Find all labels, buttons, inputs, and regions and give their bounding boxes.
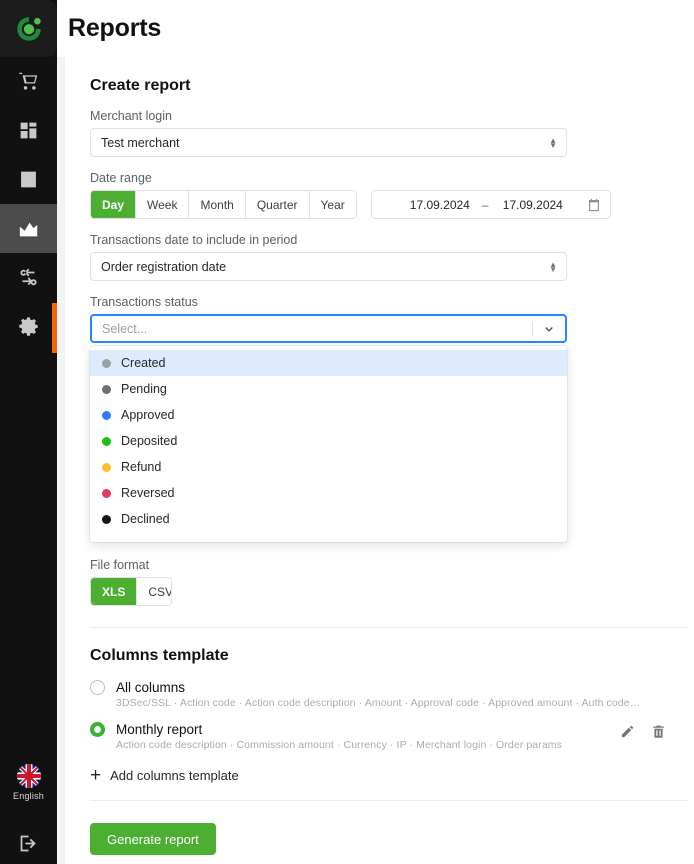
- date-preset-year[interactable]: Year: [309, 191, 356, 218]
- date-range-label: Date range: [90, 171, 152, 185]
- file-format-xls[interactable]: XLS: [91, 578, 138, 605]
- status-option-label: Refund: [121, 460, 162, 474]
- date-range-input[interactable]: 17.09.2024 – 17.09.2024: [370, 190, 611, 219]
- status-option-refund[interactable]: Refund: [90, 454, 567, 480]
- file-format-label: File format: [90, 558, 150, 572]
- logout-button[interactable]: [0, 826, 57, 860]
- status-dot-deposited: [102, 436, 111, 446]
- add-columns-template-label: Add columns template: [110, 768, 239, 783]
- sidebar-item-orders[interactable]: [0, 57, 57, 106]
- chart-icon: [19, 222, 37, 236]
- date-range-row: Day Week Month Quarter Year 17.09.2024 –…: [90, 190, 680, 219]
- create-report-heading: Create report: [90, 77, 191, 94]
- footer-divider: [90, 800, 688, 801]
- date-preset-group: Day Week Month Quarter Year: [90, 190, 357, 219]
- status-option-reversed[interactable]: Reversed: [90, 480, 567, 506]
- calendar-icon[interactable]: [587, 198, 601, 215]
- section-divider: [90, 627, 688, 628]
- transactions-status-menu[interactable]: Created Pending Approved Deposited Refun…: [90, 346, 567, 542]
- content-area: Create report Merchant login Test mercha…: [57, 57, 694, 864]
- status-option-approved[interactable]: Approved: [90, 402, 567, 428]
- columns-template-heading: Columns template: [90, 647, 229, 664]
- status-option-label: Declined: [121, 512, 170, 526]
- transactions-status-select[interactable]: Select...: [90, 314, 567, 343]
- file-format-group: XLS CSV: [90, 577, 172, 606]
- status-dot-pending: [102, 384, 111, 394]
- template-columns: Action code description · Commission amo…: [116, 739, 562, 751]
- transactions-date-value: Order registration date: [101, 259, 227, 274]
- language-label: English: [13, 791, 44, 801]
- transactions-status-label: Transactions status: [90, 295, 198, 309]
- file-format-csv[interactable]: CSV: [137, 578, 171, 605]
- sidebar-item-reports[interactable]: [0, 204, 57, 253]
- status-dot-refund: [102, 462, 111, 472]
- transactions-status-placeholder: Select...: [102, 321, 148, 336]
- stepper-icon: ▲ ▼: [549, 259, 557, 274]
- status-option-declined[interactable]: Declined: [90, 506, 567, 532]
- transactions-date-select[interactable]: Order registration date ▲ ▼: [90, 252, 567, 281]
- template-name: Monthly report: [116, 722, 203, 737]
- transactions-date-label: Transactions date to include in period: [90, 233, 298, 247]
- status-option-label: Deposited: [121, 434, 178, 448]
- stepper-icon: ▲ ▼: [549, 135, 557, 150]
- add-columns-template-button[interactable]: + Add columns template: [90, 765, 680, 786]
- merchant-login-select[interactable]: Test merchant ▲ ▼: [90, 128, 567, 157]
- date-preset-quarter[interactable]: Quarter: [245, 191, 310, 218]
- cart-icon: [19, 72, 38, 90]
- merchant-login-label: Merchant login: [90, 109, 172, 123]
- merchant-login-value: Test merchant: [101, 135, 180, 150]
- sidebar-item-settings[interactable]: [0, 302, 57, 351]
- radio-all-columns[interactable]: [90, 680, 105, 695]
- list-icon: [21, 171, 36, 188]
- plus-icon: +: [90, 765, 102, 786]
- template-columns: 3DSec/SSL · Action code · Action code de…: [116, 697, 641, 709]
- status-option-pending[interactable]: Pending: [90, 376, 567, 402]
- date-preset-day[interactable]: Day: [91, 191, 137, 218]
- sidebar-item-documents[interactable]: [0, 155, 57, 204]
- status-dot-created: [102, 358, 111, 368]
- date-to-value: 17.09.2024: [502, 197, 563, 212]
- columns-template-item-all[interactable]: All columns 3DSec/SSL · Action code · Ac…: [90, 680, 680, 709]
- status-dot-approved: [102, 410, 111, 420]
- template-row-actions: [620, 724, 666, 744]
- date-from-value: 17.09.2024: [409, 197, 470, 212]
- status-option-label: Pending: [121, 382, 167, 396]
- page-header: Reports: [57, 0, 694, 57]
- date-preset-week[interactable]: Week: [136, 191, 190, 218]
- date-separator: –: [481, 197, 489, 212]
- transfer-icon: [20, 268, 37, 286]
- status-option-deposited[interactable]: Deposited: [90, 428, 567, 454]
- date-preset-month[interactable]: Month: [189, 191, 246, 218]
- pencil-icon[interactable]: [620, 724, 635, 744]
- trash-icon[interactable]: [651, 724, 666, 744]
- columns-template-item-monthly[interactable]: Monthly report Action code description ·…: [90, 722, 680, 751]
- create-report-card: Create report Merchant login Test mercha…: [65, 57, 694, 864]
- status-option-created[interactable]: Created: [90, 350, 567, 376]
- sidebar: English: [0, 0, 57, 864]
- language-switcher[interactable]: English: [0, 764, 57, 801]
- sidebar-item-dashboard[interactable]: [0, 106, 57, 155]
- chevron-down-icon[interactable]: [542, 323, 556, 340]
- page-title: Reports: [68, 14, 162, 42]
- status-option-label: Created: [121, 356, 166, 370]
- template-name: All columns: [116, 680, 186, 695]
- status-option-label: Approved: [121, 408, 175, 422]
- status-option-label: Reversed: [121, 486, 175, 500]
- radio-monthly-report[interactable]: [90, 722, 105, 737]
- status-dot-declined: [102, 514, 111, 524]
- select-divider: [532, 322, 533, 337]
- gear-icon: [19, 317, 38, 336]
- logo-icon: [16, 16, 41, 41]
- generate-report-button[interactable]: Generate report: [90, 823, 216, 855]
- logout-icon: [20, 835, 36, 851]
- status-dot-reversed: [102, 488, 111, 498]
- app-logo[interactable]: [0, 0, 57, 57]
- sidebar-item-transfers[interactable]: [0, 253, 57, 302]
- dashboard-icon: [20, 122, 37, 139]
- uk-flag-icon: [16, 764, 41, 788]
